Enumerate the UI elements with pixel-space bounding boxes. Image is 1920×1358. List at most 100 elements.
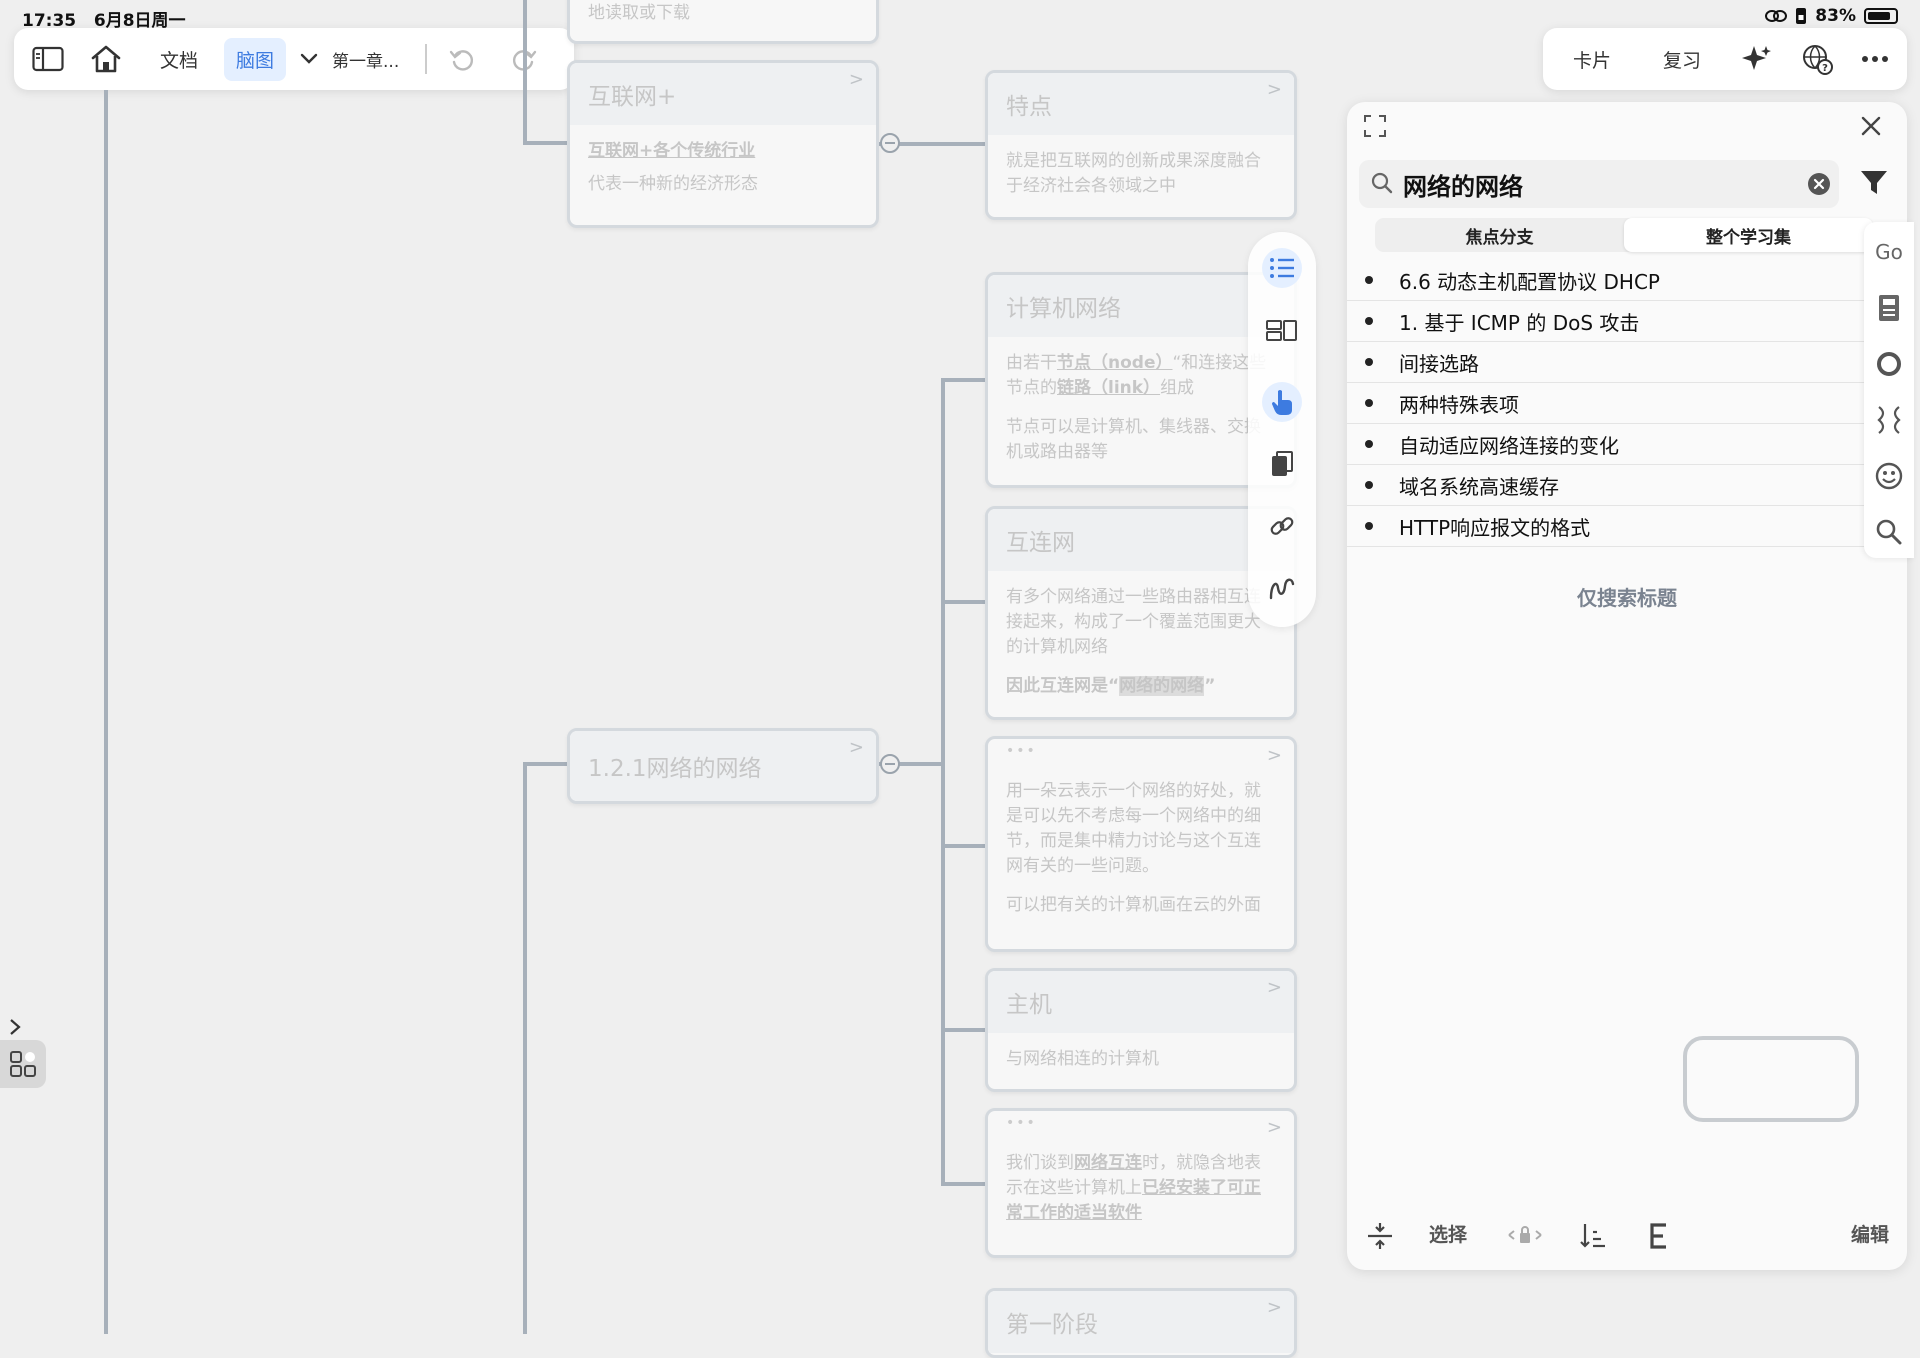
search-result-item[interactable]: 两种特殊表项 <box>1347 383 1877 424</box>
sort-icon[interactable] <box>1579 1222 1607 1250</box>
apps-grid-icon[interactable] <box>0 1040 46 1088</box>
text-run: 组成 <box>1160 378 1195 398</box>
search-result-label: 间接选路 <box>1399 351 1479 376</box>
link-icon[interactable] <box>1262 506 1302 546</box>
floating-panel-handle[interactable] <box>1683 1036 1859 1122</box>
node-interconnect-note[interactable]: ••• > 我们谈到网络互连时，就隐含地表示在这些计算机上已经安装了可正常工作的… <box>985 1108 1297 1258</box>
node-text: 与网络相连的计算机 <box>1006 1049 1159 1069</box>
term-interconnect: 网络互连 <box>1074 1153 1142 1173</box>
go-to-icon[interactable]: Go <box>1864 232 1914 272</box>
node-top-partial[interactable]: 地读取或下载 <box>567 0 879 44</box>
doc-tab[interactable]: 文档 <box>148 38 210 81</box>
node-host[interactable]: 主机 > 与网络相连的计算机 <box>985 968 1297 1092</box>
search-box <box>1359 160 1839 208</box>
chevron-right-icon[interactable] <box>8 1018 22 1036</box>
node-cloud-note[interactable]: ••• > 用一朵云表示一个网络的好处，就是可以先不考虑每一个网络中的细节，而是… <box>985 736 1297 952</box>
left-edge-handle[interactable] <box>0 1010 46 1092</box>
review-button[interactable]: 复习 <box>1651 38 1713 81</box>
search-results: 6.6 动态主机配置协议 DHCP 1. 基于 ICMP 的 DoS 攻击间接选路… <box>1347 260 1877 547</box>
search-titles-only-button[interactable]: 仅搜索标题 <box>1347 582 1907 611</box>
bullet-icon <box>1365 440 1373 448</box>
lock-arrows-icon[interactable] <box>1507 1224 1543 1246</box>
node-text: 互联网+各个传统行业 <box>588 141 756 161</box>
expand-icon[interactable] <box>1361 112 1389 140</box>
node-text: 代表一种新的经济形态 <box>588 174 758 194</box>
pointer-hand-icon[interactable] <box>1262 382 1302 422</box>
node-text: 由若干节点（node）“和连接这些节点的链路（link）组成 <box>1006 351 1276 401</box>
circle-icon[interactable] <box>1864 344 1914 384</box>
bracket-icon[interactable] <box>1864 400 1914 440</box>
search-result-item[interactable]: HTTP响应报文的格式 <box>1347 506 1877 547</box>
child-branch-2 <box>941 600 987 604</box>
more-icon[interactable] <box>1861 55 1889 63</box>
sidebar-toggle-icon[interactable] <box>32 46 64 72</box>
secondary-toolbar: 卡片 复习 ? <box>1543 28 1907 90</box>
cards-button[interactable]: 卡片 <box>1561 38 1623 81</box>
chevron-right-icon[interactable]: > <box>1267 977 1282 998</box>
chevron-right-icon[interactable]: > <box>1267 745 1282 766</box>
search-input[interactable] <box>1403 168 1783 200</box>
sparkle-icon[interactable] <box>1741 43 1773 75</box>
node-feature[interactable]: 特点 > 就是把互联网的创新成果深度融合于经济社会各领域之中 <box>985 70 1297 220</box>
node-text: 我们谈到网络互连时，就隐含地表示在这些计算机上已经安装了可正常工作的适当软件 <box>1006 1151 1276 1226</box>
child-branch-1 <box>941 378 987 382</box>
chevron-right-icon[interactable]: > <box>1267 79 1282 100</box>
node-internet-plus[interactable]: 互联网+ > 互联网+各个传统行业 代表一种新的经济形态 <box>567 60 879 228</box>
search-result-item[interactable]: 间接选路 <box>1347 342 1877 383</box>
branch-line-network <box>523 762 569 766</box>
search-panel: 焦点分支 整个学习集 6.6 动态主机配置协议 DHCP 1. 基于 ICMP 的… <box>1347 102 1907 1270</box>
node-network-of-networks[interactable]: 1.2.1网络的网络 > <box>567 728 879 804</box>
list-icon[interactable] <box>1262 248 1302 288</box>
dictionary-icon[interactable] <box>1864 288 1914 328</box>
search-result-item[interactable]: 自动适应网络连接的变化 <box>1347 424 1877 465</box>
undo-icon[interactable] <box>449 46 475 72</box>
split-icon[interactable] <box>1367 1222 1393 1250</box>
tab-focus-branch[interactable]: 焦点分支 <box>1375 218 1624 252</box>
collapse-toggle-icon[interactable] <box>880 133 900 153</box>
chevron-right-icon[interactable]: > <box>1267 1297 1282 1318</box>
edit-button[interactable]: 编辑 <box>1851 1220 1889 1247</box>
trunk-line-mid-top <box>523 0 527 145</box>
search-result-label: 域名系统高速缓存 <box>1399 474 1559 499</box>
bullet-icon <box>1365 358 1373 366</box>
layout-icon[interactable] <box>1262 310 1302 350</box>
chevron-right-icon[interactable]: > <box>849 69 864 90</box>
node-title: 1.2.1网络的网络 <box>570 731 876 801</box>
child-branch-4 <box>941 1028 987 1032</box>
search-result-label: 6.6 动态主机配置协议 DHCP <box>1399 269 1660 294</box>
mindmap-tab[interactable]: 脑图 <box>224 37 287 81</box>
node-text: 节点可以是计算机、集线器、交换机或路由器等 <box>1006 417 1261 462</box>
clear-search-icon[interactable] <box>1807 172 1831 196</box>
battery-icon <box>1864 8 1898 24</box>
svg-text:?: ? <box>1822 63 1828 74</box>
copy-icon[interactable] <box>1262 444 1302 484</box>
node-text: 有多个网络通过一些路由器相互连接起来，构成了一个覆盖范围更大的计算机网络 <box>1006 587 1261 657</box>
child-trunk <box>941 378 945 1186</box>
search-icon[interactable] <box>1864 512 1914 552</box>
search-result-label: 两种特殊表项 <box>1399 392 1519 417</box>
chevron-down-icon[interactable] <box>300 53 318 65</box>
home-icon[interactable] <box>90 44 122 74</box>
collapse-toggle-icon[interactable] <box>880 754 900 774</box>
search-result-item[interactable]: 6.6 动态主机配置协议 DHCP <box>1347 260 1877 301</box>
node-top-partial-text: 地读取或下载 <box>588 3 690 23</box>
select-button[interactable]: 选择 <box>1429 1220 1467 1247</box>
node-title: 第一阶段 <box>988 1291 1294 1353</box>
filter-icon[interactable] <box>1859 168 1889 196</box>
bullet-icon <box>1365 399 1373 407</box>
tab-whole-set[interactable]: 整个学习集 <box>1624 218 1873 252</box>
smiley-icon[interactable] <box>1864 456 1914 496</box>
chevron-right-icon[interactable]: > <box>1267 1117 1282 1138</box>
close-icon[interactable] <box>1857 112 1885 140</box>
freehand-draw-icon[interactable] <box>1262 568 1302 608</box>
search-result-item[interactable]: 1. 基于 ICMP 的 DoS 攻击 <box>1347 301 1877 342</box>
link-status-icon <box>1765 9 1788 23</box>
search-result-item[interactable]: 域名系统高速缓存 <box>1347 465 1877 506</box>
outline-e-icon[interactable] <box>1649 1222 1669 1250</box>
web-help-icon[interactable]: ? <box>1801 43 1833 75</box>
chevron-right-icon[interactable]: > <box>849 737 864 758</box>
chapter-selector[interactable]: 第一章... <box>332 39 411 80</box>
search-icon <box>1371 172 1393 194</box>
node-stage-one[interactable]: 第一阶段 > <box>985 1288 1297 1358</box>
mindmap-tool-strip <box>1248 232 1316 627</box>
